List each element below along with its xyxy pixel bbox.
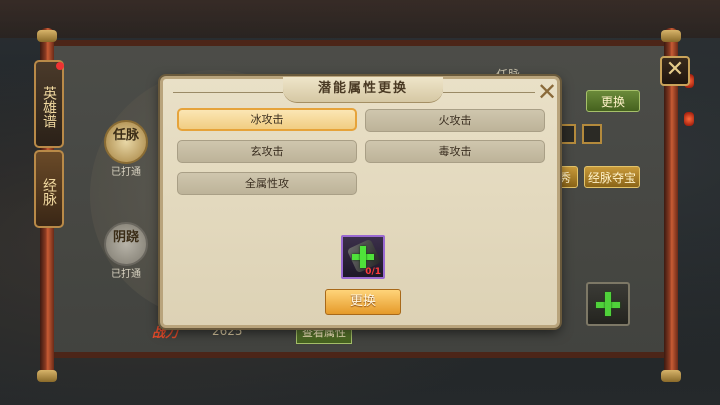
node-label: 阴跷 xyxy=(112,230,139,245)
plus-icon-bar xyxy=(605,292,611,316)
item-slot[interactable] xyxy=(582,124,602,144)
confirm-replace-button[interactable]: 更换 xyxy=(325,289,401,315)
option-all-attribute-attack[interactable]: 全属性攻 xyxy=(177,172,357,195)
scroll-cap xyxy=(37,30,57,42)
node-status: 已打通 xyxy=(111,167,141,178)
scroll-cap xyxy=(37,370,57,382)
meridian-node-yinqiao[interactable]: 阴跷 xyxy=(104,222,148,266)
option-poison-attack[interactable]: 毒攻击 xyxy=(365,140,545,163)
header-ornament xyxy=(173,92,283,93)
tab-meridian[interactable]: 经脉 xyxy=(34,150,64,228)
add-slot-button[interactable] xyxy=(586,282,630,326)
close-panel-button[interactable]: ✕ xyxy=(660,56,690,86)
material-count: 0/1 xyxy=(365,267,381,277)
lantern-icon xyxy=(684,112,694,126)
option-fire-attack[interactable]: 火攻击 xyxy=(365,109,545,132)
roof-eaves xyxy=(0,0,720,38)
scroll-cap xyxy=(661,30,681,42)
header-ornament xyxy=(443,92,535,93)
dialog-header: 潜能属性更换 xyxy=(283,77,443,103)
plus-icon-bar xyxy=(360,246,366,268)
notification-dot xyxy=(56,62,64,70)
bg-replace-button[interactable]: 更换 xyxy=(586,90,640,112)
scroll-cap xyxy=(661,370,681,382)
node-status: 已打通 xyxy=(111,269,141,280)
meridian-treasure-button[interactable]: 经脉夺宝 xyxy=(584,166,640,188)
option-ice-attack[interactable]: 冰攻击 xyxy=(177,108,357,131)
meridian-node-ren[interactable]: 任脉 xyxy=(104,120,148,164)
potential-attribute-dialog: 潜能属性更换 ✕ 冰攻击 火攻击 玄攻击 毒攻击 全属性攻 0/1 更换 xyxy=(160,76,560,328)
close-icon[interactable]: ✕ xyxy=(535,80,559,105)
tab-hero-roster[interactable]: 英雄谱 xyxy=(34,60,64,148)
dialog-title: 潜能属性更换 xyxy=(317,81,408,96)
node-label: 任脉 xyxy=(112,128,139,143)
option-mystic-attack[interactable]: 玄攻击 xyxy=(177,140,357,163)
material-slot[interactable]: 0/1 xyxy=(341,235,385,279)
